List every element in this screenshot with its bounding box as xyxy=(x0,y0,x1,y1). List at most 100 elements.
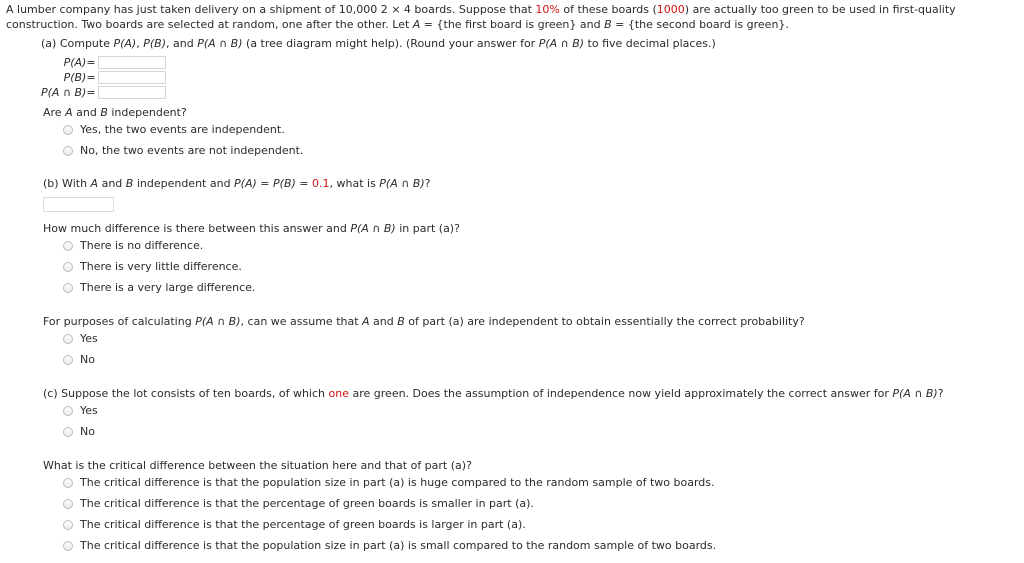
independence-question: Are A and B independent? Yes, the two ev… xyxy=(43,106,303,165)
problem-text-5: = {the first board is green} and xyxy=(420,18,605,31)
part-b-text-5: ? xyxy=(424,177,431,190)
indep-a-symbol: A xyxy=(65,106,73,119)
option-very-little-difference[interactable]: There is very little difference. xyxy=(43,260,460,281)
part-c-pab: P(A ∩ B) xyxy=(892,387,938,400)
indep-text-1: Are xyxy=(43,106,66,119)
option-label: There is no difference. xyxy=(80,239,204,252)
radio-critical-4[interactable] xyxy=(63,541,73,551)
option-very-large-difference[interactable]: There is a very large difference. xyxy=(43,281,460,302)
part-b-text-1: (b) With xyxy=(43,177,91,190)
diff-text-1: How much difference is there between thi… xyxy=(43,222,351,235)
option-label: There is a very large difference. xyxy=(80,281,256,294)
radio-critical-1[interactable] xyxy=(63,478,73,488)
part-b-a-symbol: A xyxy=(90,177,99,190)
part-b-pa: P(A) xyxy=(234,177,257,190)
answer-row: P(B)= xyxy=(41,70,166,85)
radio-critical-2[interactable] xyxy=(63,499,73,509)
p-a-expr: P(A) xyxy=(113,37,137,50)
part-b-eq1: = xyxy=(256,177,274,190)
p-a-int-b-equals: = xyxy=(86,86,96,99)
independence-options: Yes, the two events are independent. No,… xyxy=(43,123,303,165)
option-assume-no[interactable]: No xyxy=(43,353,805,374)
part-c-green-count: one xyxy=(328,387,349,400)
radio-part-c-yes[interactable] xyxy=(63,406,73,416)
part-c-options: Yes No xyxy=(43,404,944,446)
assume-independence-question: For purposes of calculating P(A ∩ B), ca… xyxy=(43,315,805,374)
part-b-text-3: independent and xyxy=(133,177,235,190)
assume-b-symbol: B xyxy=(397,315,405,328)
part-a-answer-fields: P(A)= P(B)= P(A ∩ B)= xyxy=(41,55,166,100)
radio-assume-yes[interactable] xyxy=(63,334,73,344)
problem-text-3: of these boards ( xyxy=(559,3,657,16)
assume-text-4: of part (a) are independent to obtain es… xyxy=(404,315,805,328)
assume-a-symbol: A xyxy=(362,315,370,328)
p-a-int-b-expr: P(A ∩ B) xyxy=(197,37,243,50)
part-c-text-1: (c) Suppose the lot consists of ten boar… xyxy=(43,387,329,400)
assume-text-2: , can we assume that xyxy=(240,315,363,328)
option-independent-no[interactable]: No, the two events are not independent. xyxy=(43,144,303,165)
option-critical-4[interactable]: The critical difference is that the popu… xyxy=(43,539,716,560)
radio-very-large-difference[interactable] xyxy=(63,283,73,293)
option-critical-2[interactable]: The critical difference is that the perc… xyxy=(43,497,716,518)
p-a-int-b-field[interactable] xyxy=(97,86,166,99)
p-a-int-b-label: P(A ∩ B)= xyxy=(41,85,98,100)
option-critical-3[interactable]: The critical difference is that the perc… xyxy=(43,518,716,539)
p-b-field[interactable] xyxy=(97,71,166,84)
option-independent-yes[interactable]: Yes, the two events are independent. xyxy=(43,123,303,144)
radio-independent-yes[interactable] xyxy=(63,125,73,135)
option-label: The critical difference is that the popu… xyxy=(80,539,717,552)
indep-b-symbol: B xyxy=(100,106,108,119)
p-a-label: P(A)= xyxy=(41,55,98,70)
part-b-pb: P(B) xyxy=(273,177,296,190)
option-part-c-no[interactable]: No xyxy=(43,425,944,446)
answer-row: P(A)= xyxy=(41,55,166,70)
part-b-given-value: 0.1 xyxy=(312,177,330,190)
option-label: There is very little difference. xyxy=(80,260,242,273)
problem-text-2: 4 boards. Suppose that xyxy=(400,3,536,16)
radio-part-c-no[interactable] xyxy=(63,427,73,437)
p-b-label-text: P(B) xyxy=(63,71,87,84)
p-b-equals: = xyxy=(86,71,96,84)
option-label: No, the two events are not independent. xyxy=(80,144,304,157)
part-b-eq2: = xyxy=(295,177,312,190)
radio-assume-no[interactable] xyxy=(63,355,73,365)
part-a-text-1: (a) Compute xyxy=(41,37,114,50)
part-b-prompt: (b) With A and B independent and P(A) = … xyxy=(43,177,430,191)
diff-pab: P(A ∩ B) xyxy=(350,222,396,235)
part-b-section: (b) With A and B independent and P(A) = … xyxy=(43,177,430,212)
difference-options: There is no difference. There is very li… xyxy=(43,239,460,302)
option-no-difference[interactable]: There is no difference. xyxy=(43,239,460,260)
option-assume-yes[interactable]: Yes xyxy=(43,332,805,353)
part-c-text-2: are green. Does the assumption of indepe… xyxy=(349,387,893,400)
option-label: The critical difference is that the popu… xyxy=(80,476,715,489)
option-label: No xyxy=(80,353,95,366)
option-critical-1[interactable]: The critical difference is that the popu… xyxy=(43,476,716,497)
p-a-label-text: P(A) xyxy=(63,56,87,69)
p-b-label: P(B)= xyxy=(41,70,98,85)
p-a-int-b-expr-2: P(A ∩ B) xyxy=(538,37,585,50)
part-b-answer-field[interactable] xyxy=(43,197,114,212)
p-a-equals: = xyxy=(86,56,96,69)
radio-no-difference[interactable] xyxy=(63,241,73,251)
p-a-input-cell xyxy=(97,55,166,70)
problem-text-1: A lumber company has just taken delivery… xyxy=(6,3,392,16)
part-b-pab: P(A ∩ B) xyxy=(379,177,425,190)
assume-text-1: For purposes of calculating xyxy=(43,315,196,328)
part-c-section: (c) Suppose the lot consists of ten boar… xyxy=(43,387,944,446)
count-green-value: 1000 xyxy=(656,3,685,16)
radio-independent-no[interactable] xyxy=(63,146,73,156)
radio-critical-3[interactable] xyxy=(63,520,73,530)
difference-question-title: How much difference is there between thi… xyxy=(43,222,460,236)
percent-green-value: 10% xyxy=(535,3,560,16)
problem-statement: A lumber company has just taken delivery… xyxy=(6,2,1020,32)
option-part-c-yes[interactable]: Yes xyxy=(43,404,944,425)
indep-text-2: and xyxy=(72,106,101,119)
option-label: Yes xyxy=(80,332,98,345)
part-b-text-4: , what is xyxy=(329,177,380,190)
option-label: The critical difference is that the perc… xyxy=(80,518,526,531)
radio-very-little-difference[interactable] xyxy=(63,262,73,272)
indep-text-3: independent? xyxy=(107,106,187,119)
p-a-field[interactable] xyxy=(97,56,166,69)
assume-pab: P(A ∩ B) xyxy=(195,315,241,328)
part-a-prompt: (a) Compute P(A), P(B), and P(A ∩ B) (a … xyxy=(41,37,716,51)
